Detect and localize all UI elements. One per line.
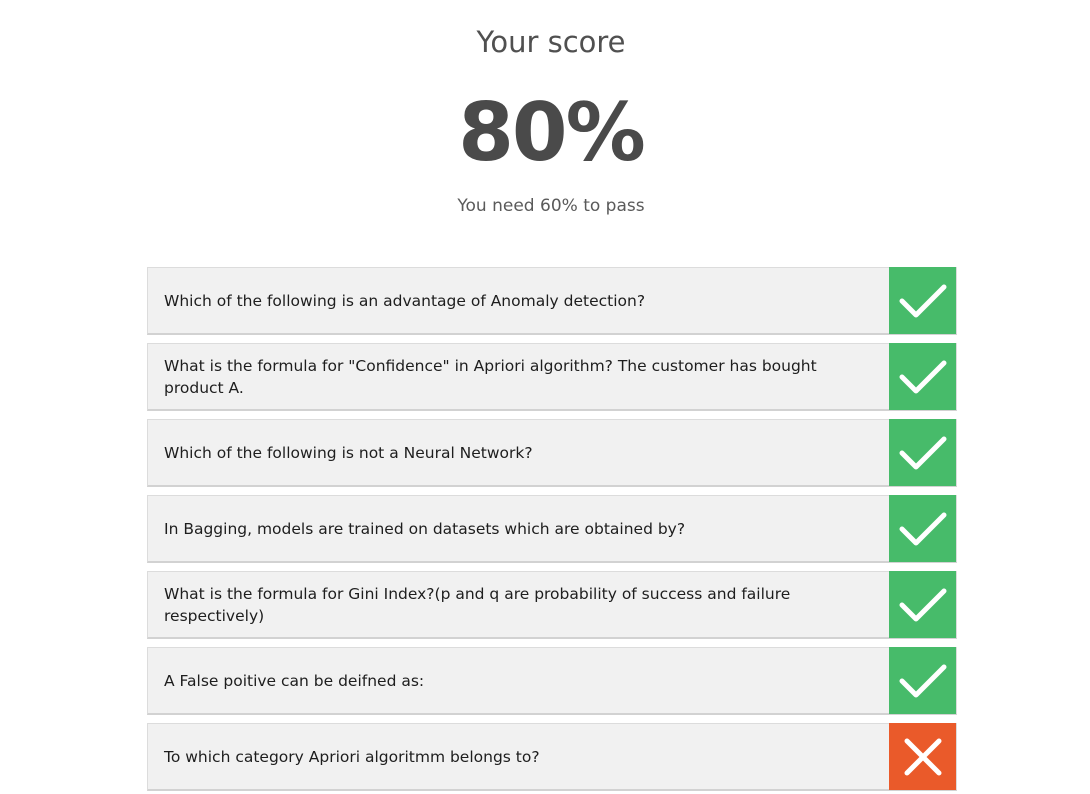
- question-text: Which of the following is an advantage o…: [164, 292, 646, 310]
- correct-indicator: [889, 571, 956, 638]
- correct-indicator: [889, 495, 956, 562]
- correct-indicator: [889, 267, 956, 334]
- check-icon: [899, 284, 946, 317]
- question-text: A False poitive can be deifned as:: [164, 672, 425, 690]
- check-icon: [899, 360, 946, 393]
- question-text: Which of the following is not a Neural N…: [164, 444, 533, 462]
- results-page: Your score 80% You need 60% to pass Whic…: [0, 0, 1090, 794]
- question-result-row[interactable]: To which category Apriori algoritmm belo…: [147, 723, 957, 791]
- question-results-list: Which of the following is an advantage o…: [147, 267, 957, 794]
- question-result-row[interactable]: What is the formula for "Confidence" in …: [147, 343, 957, 411]
- question-result-row[interactable]: In Bagging, models are trained on datase…: [147, 495, 957, 563]
- question-text: What is the formula for Gini Index?(p an…: [164, 585, 791, 625]
- question-text: To which category Apriori algoritmm belo…: [164, 748, 540, 766]
- question-result-row[interactable]: Which of the following is an advantage o…: [147, 267, 957, 335]
- pass-requirement-note: You need 60% to pass: [457, 196, 645, 216]
- score-value: 80%: [458, 86, 645, 179]
- check-icon: [899, 588, 946, 621]
- correct-indicator: [889, 343, 956, 410]
- question-result-row[interactable]: Which of the following is not a Neural N…: [147, 419, 957, 487]
- correct-indicator: [889, 647, 956, 714]
- incorrect-indicator: [889, 723, 956, 790]
- question-text: In Bagging, models are trained on datase…: [164, 520, 686, 538]
- check-icon: [899, 664, 946, 697]
- correct-indicator: [889, 419, 956, 486]
- cross-icon: [904, 738, 941, 775]
- question-result-row[interactable]: A False poitive can be deifned as:: [147, 647, 957, 715]
- check-icon: [899, 436, 946, 469]
- question-text: What is the formula for "Confidence" in …: [164, 357, 817, 397]
- score-title: Your score: [476, 25, 626, 59]
- check-icon: [899, 512, 946, 545]
- question-result-row[interactable]: What is the formula for Gini Index?(p an…: [147, 571, 957, 639]
